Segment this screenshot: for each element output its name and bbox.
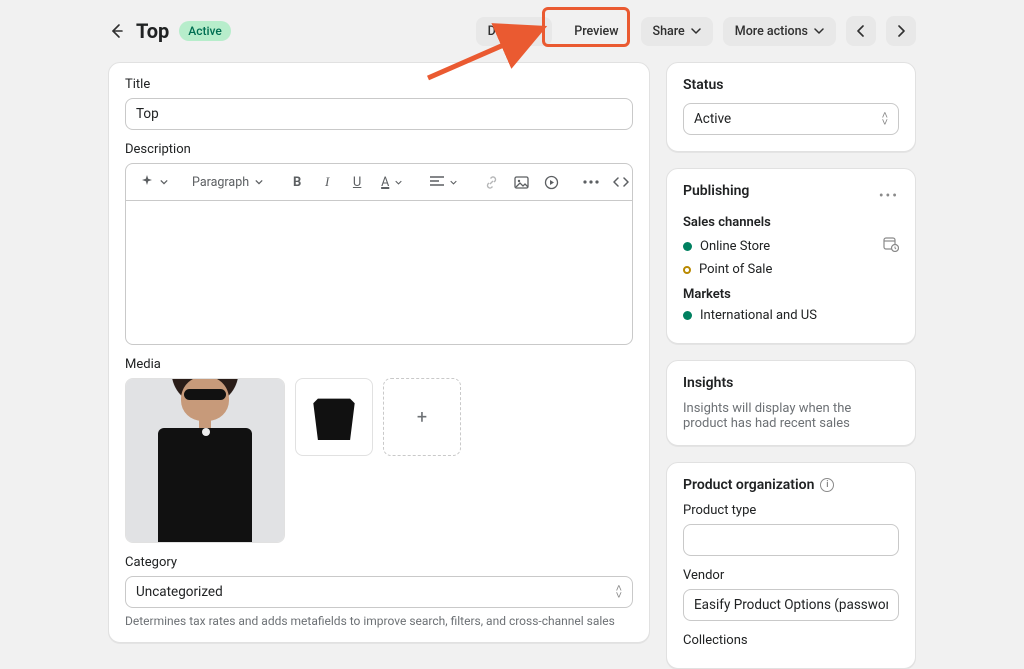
channel-online-store: Online Store xyxy=(683,236,899,256)
organization-card: Product organization i Product type Vend… xyxy=(666,462,916,669)
chevron-down-icon xyxy=(814,26,824,36)
align-left-icon xyxy=(430,176,444,188)
description-label: Description xyxy=(125,142,633,157)
markets-label: Markets xyxy=(683,287,899,302)
chevron-left-icon xyxy=(855,25,867,37)
code-view-button[interactable] xyxy=(607,168,635,196)
category-helper: Determines tax rates and adds metafields… xyxy=(125,614,633,628)
duplicate-button[interactable]: Duplicate xyxy=(476,17,553,46)
back-button[interactable] xyxy=(108,22,126,40)
product-type-label: Product type xyxy=(683,503,899,518)
share-label: Share xyxy=(653,24,685,39)
link-button[interactable] xyxy=(477,168,505,196)
more-format-button[interactable] xyxy=(577,168,605,196)
category-value: Uncategorized xyxy=(136,584,223,600)
ai-tools-button[interactable] xyxy=(132,168,176,196)
video-icon xyxy=(544,175,559,190)
preview-button[interactable]: Preview xyxy=(562,17,630,46)
chevron-down-icon xyxy=(395,179,402,186)
image-icon xyxy=(514,176,529,189)
chevron-down-icon xyxy=(450,179,457,186)
schedule-button[interactable] xyxy=(883,236,899,256)
calendar-clock-icon xyxy=(883,236,899,252)
more-actions-button[interactable]: More actions xyxy=(723,17,836,46)
media-label: Media xyxy=(125,357,633,372)
market-row: International and US xyxy=(683,308,899,323)
updown-icon: ˄˅ xyxy=(882,112,888,126)
next-button[interactable] xyxy=(886,16,916,46)
organization-heading: Product organization i xyxy=(683,477,899,493)
status-heading: Status xyxy=(683,77,899,93)
italic-button[interactable]: I xyxy=(313,168,341,196)
text-color-icon: A xyxy=(381,175,389,190)
category-select[interactable]: Uncategorized ˄˅ xyxy=(125,576,633,608)
publishing-heading: Publishing xyxy=(683,183,749,199)
sales-channels-label: Sales channels xyxy=(683,215,899,230)
align-button[interactable] xyxy=(422,168,465,196)
page-title: Top xyxy=(136,19,169,43)
paragraph-label: Paragraph xyxy=(192,175,249,190)
status-dot-icon xyxy=(683,311,692,320)
vendor-input[interactable] xyxy=(683,589,899,621)
status-dot-icon xyxy=(683,266,691,274)
channel-label: Online Store xyxy=(700,239,770,254)
plus-icon: + xyxy=(417,407,427,428)
media-add-button[interactable]: + xyxy=(383,378,461,456)
arrow-left-icon xyxy=(109,23,125,39)
image-button[interactable] xyxy=(507,168,535,196)
code-icon xyxy=(613,176,629,188)
media-list: + xyxy=(125,378,633,543)
publishing-card: Publishing ••• Sales channels Online Sto… xyxy=(666,168,916,344)
more-actions-label: More actions xyxy=(735,24,808,39)
sparkle-icon xyxy=(140,175,154,189)
paragraph-style-button[interactable]: Paragraph xyxy=(184,168,271,196)
market-value: International and US xyxy=(700,308,817,323)
chevron-down-icon xyxy=(160,178,168,186)
publishing-menu-button[interactable]: ••• xyxy=(879,188,899,204)
chevron-down-icon xyxy=(691,26,701,36)
category-label: Category xyxy=(125,555,633,570)
chevron-right-icon xyxy=(895,25,907,37)
editor-toolbar: Paragraph B I U A xyxy=(125,163,633,200)
media-item-primary[interactable] xyxy=(125,378,285,543)
chevron-down-icon xyxy=(255,178,263,186)
vendor-label: Vendor xyxy=(683,568,899,583)
channel-label: Point of Sale xyxy=(699,262,772,277)
product-type-input[interactable] xyxy=(683,524,899,556)
insights-text: Insights will display when the product h… xyxy=(683,401,899,431)
underline-button[interactable]: U xyxy=(343,168,371,196)
title-label: Title xyxy=(125,77,633,92)
product-photo xyxy=(126,379,284,542)
share-button[interactable]: Share xyxy=(641,17,713,46)
status-card: Status Active ˄˅ xyxy=(666,62,916,152)
page-header: Top Active Duplicate Preview Share More … xyxy=(108,16,916,46)
main-card: Title Description Paragraph xyxy=(108,62,650,643)
text-color-button[interactable]: A xyxy=(373,168,410,196)
product-thumb xyxy=(311,394,357,440)
video-button[interactable] xyxy=(537,168,565,196)
channel-point-of-sale: Point of Sale xyxy=(683,262,899,277)
media-item-secondary[interactable] xyxy=(295,378,373,456)
prev-button[interactable] xyxy=(846,16,876,46)
status-dot-icon xyxy=(683,242,692,251)
dots-icon xyxy=(583,180,599,184)
status-badge: Active xyxy=(179,21,231,41)
updown-icon: ˄˅ xyxy=(616,585,622,599)
info-icon[interactable]: i xyxy=(820,478,834,492)
description-editor[interactable] xyxy=(125,200,633,345)
link-icon xyxy=(484,175,499,190)
status-select[interactable]: Active ˄˅ xyxy=(683,103,899,135)
status-value: Active xyxy=(694,111,731,127)
insights-card: Insights Insights will display when the … xyxy=(666,360,916,446)
insights-heading: Insights xyxy=(683,375,899,391)
title-input[interactable] xyxy=(125,98,633,130)
bold-button[interactable]: B xyxy=(283,168,311,196)
